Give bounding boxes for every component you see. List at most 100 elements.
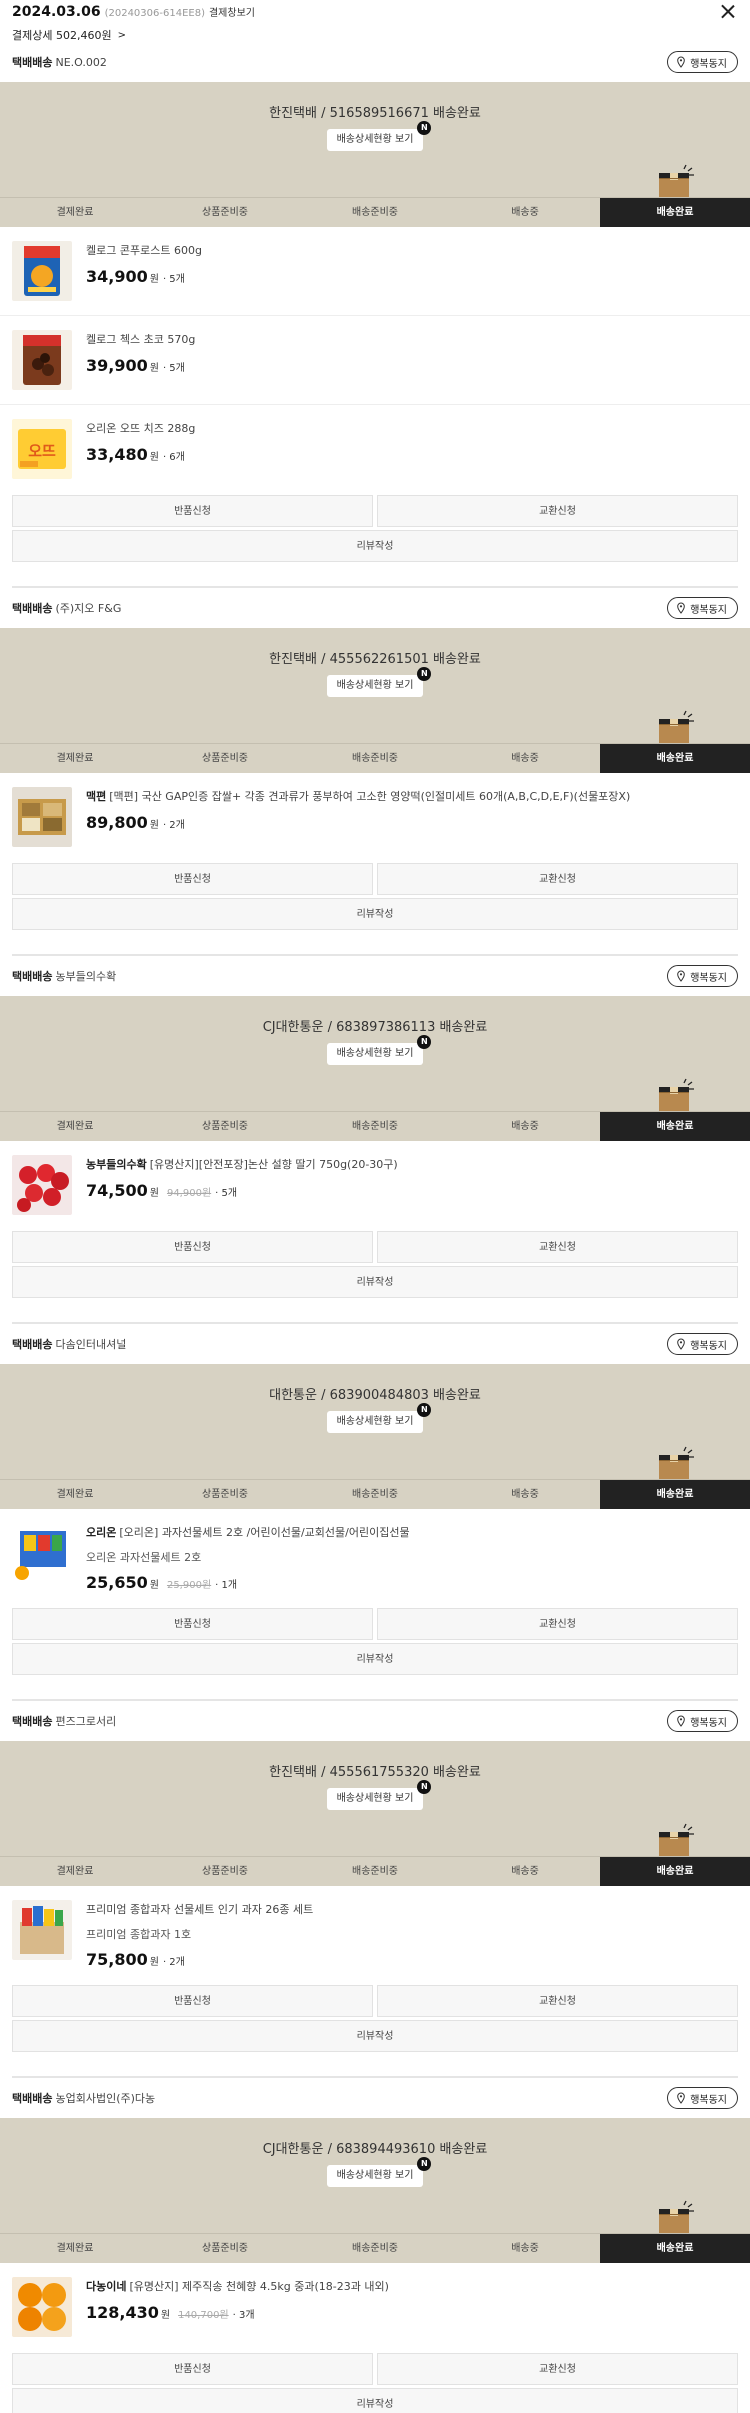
shipment-title: 택배배송 편즈그로서리 (12, 1713, 116, 1729)
product-image[interactable] (12, 1523, 72, 1583)
return-button[interactable]: 반품신청 (12, 863, 373, 895)
item-list: 농부들의수확 [유명산지][안전포장]논산 설향 딸기 750g(20-30구) 7… (0, 1141, 750, 1229)
item-list: 프리미엄 종합과자 선물세트 인기 과자 26종 세트프리미엄 종합과자 1호 7… (0, 1886, 750, 1983)
progress-step: 결제완료 (56, 207, 94, 218)
tracking-detail-label: 배송상세현황 보기 (336, 1793, 414, 1804)
order-id: (20240306-614EE8) (104, 8, 205, 19)
product-image[interactable] (12, 330, 72, 390)
notify-button[interactable]: 행복동지 (667, 597, 738, 619)
product-option: 오리온 과자선물세트 2호 (86, 1551, 202, 1564)
notify-button[interactable]: 행복동지 (667, 2087, 738, 2109)
progress-step: 결제완료 (56, 1866, 94, 1877)
shipment-card: 택배배송 (주)지오 F&G 행복동지 한진택배 / 455562261501 배… (0, 588, 750, 956)
return-button[interactable]: 반품신청 (12, 1231, 373, 1263)
review-button[interactable]: 리뷰작성 (12, 2388, 738, 2413)
item-price: 128,430 (86, 2303, 159, 2322)
shipment-title: 택배배송 농부들의수확 (12, 968, 116, 984)
item-quantity: · 6개 (162, 452, 185, 463)
shipment-header: 택배배송 NE.O.002 행복동지 (0, 42, 750, 82)
delivery-progress: 결제완료 상품준비중 배송준비중 배송중 배송완료 (0, 197, 750, 227)
currency-unit: 원 (149, 274, 159, 285)
order-item[interactable]: 켈로그 콘푸로스트 600g 34,900 원 · 5개 (0, 227, 750, 315)
item-actions: 반품신청 교환신청 리뷰작성 (0, 861, 750, 930)
delivery-type: 택배배송 (12, 1338, 53, 1351)
delivered-box-icon (659, 710, 694, 743)
product-brand: 농부들의수확 (86, 1158, 147, 1171)
notify-label: 행복동지 (690, 2094, 727, 2106)
progress-step: 배송완료 (600, 1112, 750, 1141)
product-title: 다농이네 [유명산지] 제주직송 천혜향 4.5kg 중과(18-23과 내외) (86, 2279, 389, 2295)
product-title: 농부들의수확 [유명산지][안전포장]논산 설향 딸기 750g(20-30구) (86, 1157, 398, 1173)
product-image[interactable] (12, 1155, 72, 1215)
shipment-card: 택배배송 편즈그로서리 행복동지 한진택배 / 455561755320 배송완료… (0, 1701, 750, 2078)
return-button[interactable]: 반품신청 (12, 495, 373, 527)
tracking-detail-button[interactable]: 배송상세현황 보기 N (326, 1403, 432, 1433)
progress-step: 상품준비중 (202, 2243, 248, 2254)
order-item[interactable]: 프리미엄 종합과자 선물세트 인기 과자 26종 세트프리미엄 종합과자 1호 7… (0, 1886, 750, 1983)
tracking-detail-button[interactable]: 배송상세현황 보기 N (326, 2157, 432, 2187)
progress-step: 상품준비중 (202, 1489, 248, 1500)
exchange-button[interactable]: 교환신청 (377, 2353, 738, 2385)
product-option: 프리미엄 종합과자 1호 (86, 1928, 192, 1941)
delivery-progress: 결제완료 상품준비중 배송준비중 배송중 배송완료 (0, 1479, 750, 1509)
shipment-card: 택배배송 다솜인터내셔널 행복동지 대한통운 / 683900484803 배송완… (0, 1324, 750, 1701)
notify-button[interactable]: 행복동지 (667, 965, 738, 987)
product-title: 켈로그 첵스 초코 570g (86, 332, 195, 348)
progress-step: 배송준비중 (352, 753, 398, 764)
notify-label: 행복동지 (690, 1717, 727, 1729)
new-badge: N (417, 1403, 432, 1417)
order-item[interactable]: 켈로그 첵스 초코 570g 39,900 원 · 5개 (0, 315, 750, 404)
order-item[interactable]: 다농이네 [유명산지] 제주직송 천혜향 4.5kg 중과(18-23과 내외) 1… (0, 2263, 750, 2351)
review-button[interactable]: 리뷰작성 (12, 1266, 738, 1298)
review-button[interactable]: 리뷰작성 (12, 898, 738, 930)
progress-step: 결제완료 (56, 753, 94, 764)
item-actions: 반품신청 교환신청 리뷰작성 (0, 1983, 750, 2052)
product-image[interactable] (12, 2277, 72, 2337)
progress-step: 배송준비중 (352, 2243, 398, 2254)
exchange-button[interactable]: 교환신청 (377, 495, 738, 527)
review-button[interactable]: 리뷰작성 (12, 2020, 738, 2052)
progress-step: 결제완료 (56, 1121, 94, 1132)
seller-name: (주)지오 F&G (55, 602, 122, 615)
notify-label: 행복동지 (690, 1340, 727, 1352)
shipment-title: 택배배송 (주)지오 F&G (12, 600, 121, 616)
product-image[interactable] (12, 1900, 72, 1960)
product-image[interactable] (12, 787, 72, 847)
product-brand: 맥편 (86, 790, 107, 803)
exchange-button[interactable]: 교환신청 (377, 1985, 738, 2017)
order-item[interactable]: 오뜨 오리온 오뜨 치즈 288g 33,480 원 · 6개 (0, 404, 750, 493)
exchange-button[interactable]: 교환신청 (377, 1231, 738, 1263)
order-item[interactable]: 맥편 [맥편] 국산 GAP인증 잡쌀+ 각종 견과류가 풍부하여 고소한 영양떡… (0, 773, 750, 861)
item-quantity: · 5개 (162, 274, 185, 285)
tracking-detail-button[interactable]: 배송상세현황 보기 N (326, 667, 432, 697)
exchange-button[interactable]: 교환신청 (377, 1608, 738, 1640)
tracking-detail-label: 배송상세현황 보기 (336, 680, 414, 691)
return-button[interactable]: 반품신청 (12, 1608, 373, 1640)
product-image[interactable] (12, 241, 72, 301)
notify-button[interactable]: 행복동지 (667, 1710, 738, 1732)
item-actions: 반품신청 교환신청 리뷰작성 (0, 2351, 750, 2413)
notify-label: 행복동지 (690, 58, 727, 70)
order-item[interactable]: 농부들의수확 [유명산지][안전포장]논산 설향 딸기 750g(20-30구) 7… (0, 1141, 750, 1229)
receipt-link[interactable]: 결제창보기 (209, 4, 255, 19)
notify-button[interactable]: 행복동지 (667, 51, 738, 73)
exchange-button[interactable]: 교환신청 (377, 863, 738, 895)
product-name: 프리미엄 종합과자 선물세트 인기 과자 26종 세트 (86, 1903, 314, 1916)
close-icon[interactable] (718, 2, 738, 22)
product-image[interactable]: 오뜨 (12, 419, 72, 479)
progress-step: 배송준비중 (352, 1489, 398, 1500)
tracking-detail-button[interactable]: 배송상세현황 보기 N (326, 121, 432, 151)
return-button[interactable]: 반품신청 (12, 1985, 373, 2017)
order-item[interactable]: 오리온 [오리온] 과자선물세트 2호 /어린이선물/교회선물/어린이집선물 오리온… (0, 1509, 750, 1606)
new-badge: N (417, 2157, 432, 2171)
tracking-detail-button[interactable]: 배송상세현황 보기 N (326, 1035, 432, 1065)
review-button[interactable]: 리뷰작성 (12, 1643, 738, 1675)
notify-button[interactable]: 행복동지 (667, 1333, 738, 1355)
item-price: 75,800 (86, 1950, 148, 1969)
tracking-detail-button[interactable]: 배송상세현황 보기 N (326, 1780, 432, 1810)
return-button[interactable]: 반품신청 (12, 2353, 373, 2385)
progress-step: 배송중 (511, 207, 539, 218)
item-list: 켈로그 콘푸로스트 600g 34,900 원 · 5개 켈로그 첵스 초코 570g 3… (0, 227, 750, 493)
order-header: 2024.03.06 (20240306-614EE8) 결제창보기 결제상세 … (0, 0, 750, 42)
review-button[interactable]: 리뷰작성 (12, 530, 738, 562)
